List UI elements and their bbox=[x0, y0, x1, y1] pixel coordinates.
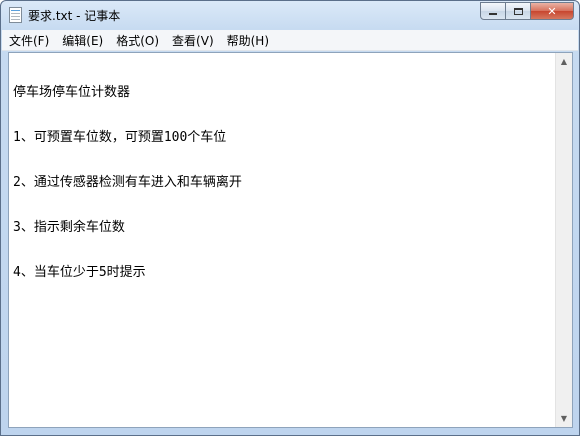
notepad-icon bbox=[9, 7, 22, 23]
close-icon: ✕ bbox=[547, 4, 557, 18]
menu-bar: 文件(F) 编辑(E) 格式(O) 查看(V) 帮助(H) bbox=[2, 30, 578, 51]
menu-edit[interactable]: 编辑(E) bbox=[55, 32, 109, 49]
minimize-icon bbox=[489, 13, 497, 15]
scroll-up-icon[interactable]: ▲ bbox=[556, 53, 572, 70]
document-line: 停车场停车位计数器 bbox=[13, 85, 131, 100]
menu-view[interactable]: 查看(V) bbox=[165, 32, 220, 49]
document-line: 2、通过传感器检测有车进入和车辆离开 bbox=[13, 175, 242, 190]
maximize-icon bbox=[513, 7, 523, 15]
text-editor[interactable]: 停车场停车位计数器 1、可预置车位数，可预置100个车位 2、通过传感器检测有车… bbox=[8, 52, 573, 428]
scroll-down-icon[interactable]: ▼ bbox=[556, 410, 572, 427]
minimize-button[interactable] bbox=[480, 2, 506, 20]
notepad-window: 要求.txt - 记事本 ✕ 文件(F) 编辑(E) 格式(O) 查看(V) 帮… bbox=[0, 0, 580, 436]
menu-help[interactable]: 帮助(H) bbox=[220, 32, 275, 49]
close-button[interactable]: ✕ bbox=[531, 2, 574, 20]
menu-file[interactable]: 文件(F) bbox=[2, 32, 55, 49]
vertical-scrollbar[interactable]: ▲ ▼ bbox=[555, 53, 572, 427]
document-text[interactable]: 停车场停车位计数器 1、可预置车位数，可预置100个车位 2、通过传感器检测有车… bbox=[13, 55, 553, 310]
document-line: 1、可预置车位数，可预置100个车位 bbox=[13, 130, 227, 145]
window-title: 要求.txt - 记事本 bbox=[28, 9, 121, 23]
menu-format[interactable]: 格式(O) bbox=[109, 32, 165, 49]
caption-buttons: ✕ bbox=[480, 2, 574, 21]
maximize-button[interactable] bbox=[506, 2, 531, 20]
document-line: 4、当车位少于5时提示 bbox=[13, 265, 146, 280]
title-bar[interactable]: 要求.txt - 记事本 ✕ bbox=[1, 1, 579, 29]
document-line: 3、指示剩余车位数 bbox=[13, 220, 125, 235]
